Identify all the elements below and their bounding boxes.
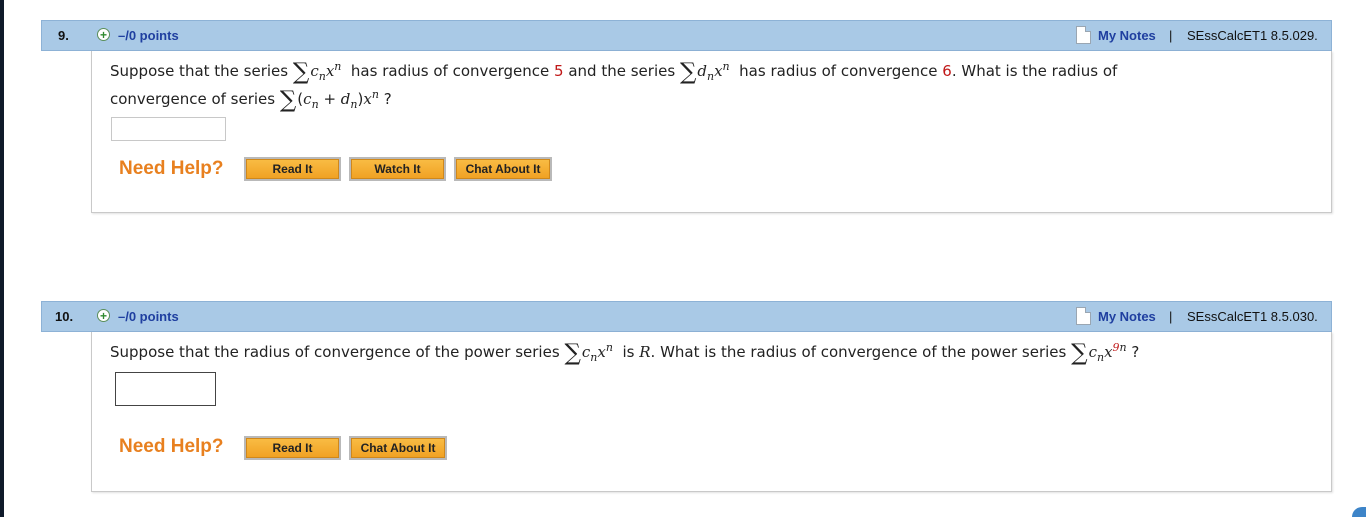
radius-value: 5	[554, 62, 564, 80]
window-edge	[0, 0, 4, 517]
corner-indicator	[1352, 507, 1366, 517]
scroll-edge	[1360, 0, 1366, 517]
sigma-icon: ∑	[564, 340, 581, 366]
question-number: 10.	[55, 309, 74, 324]
question-9: 9. + –/0 points My Notes | SEssCalcET1 8…	[41, 20, 1332, 213]
question-header: 9. + –/0 points My Notes | SEssCalcET1 8…	[41, 20, 1332, 51]
question-10: 10. + –/0 points My Notes | SEssCalcET1 …	[41, 301, 1332, 492]
radius-symbol: R	[639, 343, 651, 361]
sigma-icon: ∑	[1071, 340, 1088, 366]
question-text-line-2: convergence of series ∑(cn + dn)xn ?	[110, 87, 392, 113]
separator: |	[1169, 309, 1173, 324]
my-notes-link[interactable]: My Notes	[1098, 28, 1156, 43]
question-body: Suppose that the series ∑cnxn has radius…	[91, 51, 1332, 213]
watch-it-button[interactable]: Watch It	[349, 157, 446, 181]
read-it-button[interactable]: Read It	[244, 436, 341, 460]
radius-value: 6	[942, 62, 952, 80]
chat-about-it-button[interactable]: Chat About It	[349, 436, 447, 460]
expand-plus-icon[interactable]: +	[97, 309, 110, 322]
separator: |	[1169, 28, 1173, 43]
question-text-line-1: Suppose that the radius of convergence o…	[110, 340, 1140, 366]
question-number: 9.	[58, 28, 69, 43]
sigma-icon: ∑	[679, 59, 697, 85]
expand-plus-icon[interactable]: +	[97, 28, 110, 41]
question-text-line-1: Suppose that the series ∑cnxn has radius…	[110, 59, 1118, 85]
need-help-label: Need Help?	[119, 436, 224, 457]
points-link[interactable]: –/0 points	[118, 309, 179, 324]
notes-icon[interactable]	[1076, 26, 1091, 44]
chat-about-it-button[interactable]: Chat About It	[454, 157, 552, 181]
answer-input[interactable]	[111, 117, 226, 141]
sigma-icon: ∑	[292, 59, 310, 85]
read-it-button[interactable]: Read It	[244, 157, 341, 181]
question-source: SEssCalcET1 8.5.030.	[1187, 309, 1318, 324]
notes-icon[interactable]	[1076, 307, 1091, 325]
sigma-icon: ∑	[279, 87, 297, 113]
answer-input[interactable]	[115, 372, 216, 406]
exponent-value: 9	[1112, 341, 1120, 354]
points-link[interactable]: –/0 points	[118, 28, 179, 43]
question-header: 10. + –/0 points My Notes | SEssCalcET1 …	[41, 301, 1332, 332]
my-notes-link[interactable]: My Notes	[1098, 309, 1156, 324]
question-body: Suppose that the radius of convergence o…	[91, 332, 1332, 492]
need-help-label: Need Help?	[119, 158, 224, 179]
question-source: SEssCalcET1 8.5.029.	[1187, 28, 1318, 43]
